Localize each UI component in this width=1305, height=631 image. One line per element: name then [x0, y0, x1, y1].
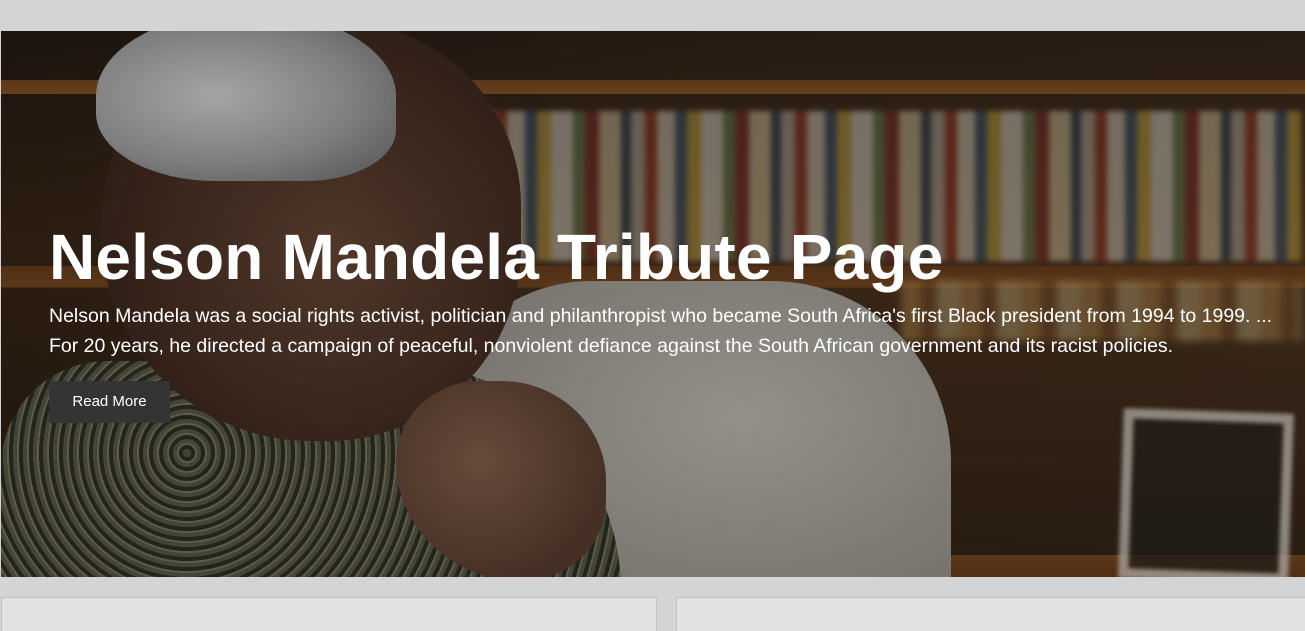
hero-description: Nelson Mandela was a social rights activ… — [49, 305, 1273, 357]
page: Nelson Mandela Tribute Page Nelson Mande… — [0, 0, 1305, 631]
page-title: Nelson Mandela Tribute Page — [49, 221, 944, 293]
content-card-right — [676, 597, 1305, 631]
hero-content: Nelson Mandela Tribute Page Nelson Mande… — [49, 221, 1289, 423]
content-card-left — [1, 597, 657, 631]
read-more-button[interactable]: Read More — [49, 381, 170, 423]
hero-banner: Nelson Mandela Tribute Page Nelson Mande… — [1, 31, 1305, 577]
